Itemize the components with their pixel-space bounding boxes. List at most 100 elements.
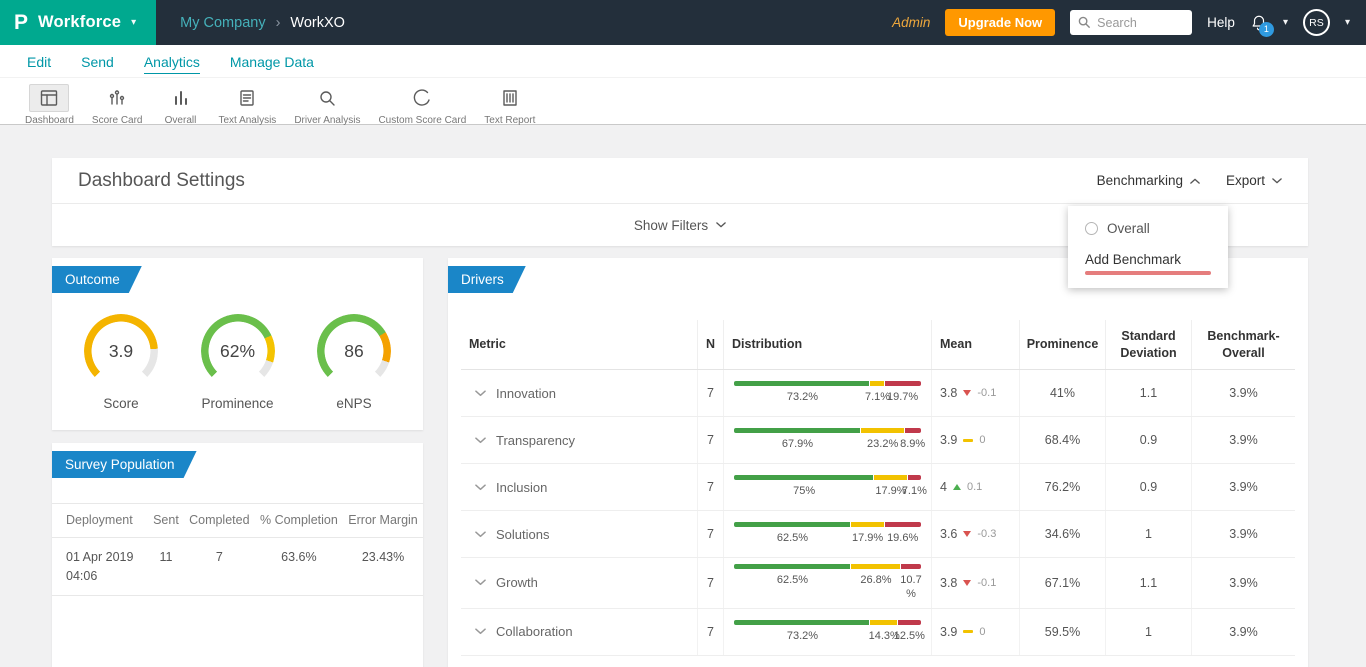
prominence-gauge: 62% Prominence xyxy=(193,314,283,411)
mean-delta: 0 xyxy=(979,434,986,446)
mean-value: 3.6 xyxy=(940,527,958,541)
driver-metric-label: Growth xyxy=(496,575,538,591)
menu-item-send[interactable]: Send xyxy=(68,49,127,74)
brand-logo-icon: P xyxy=(14,10,29,34)
benchmark-value: 3.9% xyxy=(1191,370,1295,416)
product-switcher[interactable]: P Workforce ▾ xyxy=(0,0,157,45)
gauge-value: 62% xyxy=(219,340,256,361)
chevron-down-icon[interactable] xyxy=(475,579,486,586)
standard-deviation-value: 0.9 xyxy=(1105,417,1191,463)
tool-driver-analysis[interactable]: Driver Analysis xyxy=(285,84,369,126)
tool-text-analysis[interactable]: Text Analysis xyxy=(210,84,286,126)
prominence-value: 41% xyxy=(1019,370,1105,416)
col-n: N xyxy=(697,320,723,369)
tool-text-report[interactable]: Text Report xyxy=(475,84,544,126)
menu-item-edit[interactable]: Edit xyxy=(14,49,64,74)
driver-metric-label: Innovation xyxy=(496,385,556,401)
benchmarking-dropdown-toggle[interactable]: Benchmarking xyxy=(1097,173,1200,188)
chevron-up-icon xyxy=(1190,178,1200,184)
standard-deviation-value: 0.9 xyxy=(1105,464,1191,510)
gauge-label: Prominence xyxy=(201,396,274,411)
breadcrumb-page: WorkXO xyxy=(290,14,345,31)
col-benchmark-overall: Benchmark-Overall xyxy=(1191,320,1295,369)
mean-delta: -0.3 xyxy=(977,528,997,540)
search-icon xyxy=(1078,16,1091,29)
upgrade-now-button[interactable]: Upgrade Now xyxy=(945,9,1056,36)
tool-score-card[interactable]: Score Card xyxy=(83,84,152,126)
breadcrumb-company[interactable]: My Company xyxy=(180,15,265,31)
help-link[interactable]: Help xyxy=(1207,15,1235,30)
prominence-value: 76.2% xyxy=(1019,464,1105,510)
mean-value: 3.8 xyxy=(940,386,958,400)
breadcrumb-separator: › xyxy=(275,14,281,31)
outcome-header-flag: Outcome xyxy=(52,266,142,293)
chevron-down-icon[interactable] xyxy=(475,436,486,444)
add-benchmark-link[interactable]: Add Benchmark xyxy=(1085,252,1181,267)
mean-value: 3.8 xyxy=(940,575,958,590)
tool-overall[interactable]: Overall xyxy=(152,84,210,126)
distribution-bar xyxy=(734,522,921,528)
drivers-table-header: Metric N Distribution Mean Prominence St… xyxy=(461,320,1295,370)
standard-deviation-value: 1.1 xyxy=(1105,558,1191,608)
drivers-header-flag: Drivers xyxy=(448,266,526,293)
chevron-down-icon[interactable]: ▾ xyxy=(1345,17,1350,28)
admin-label: Admin xyxy=(892,15,931,30)
chevron-down-icon[interactable] xyxy=(475,628,486,635)
col-prominence: Prominence xyxy=(1019,320,1105,369)
prominence-value: 59.5% xyxy=(1019,608,1105,655)
col-pct-completion: % Completion xyxy=(254,503,344,538)
trend-icon xyxy=(963,579,972,586)
chevron-down-icon[interactable]: ▾ xyxy=(1283,17,1288,28)
driver-metric-label: Collaboration xyxy=(496,624,573,639)
error-margin-cell: 23.43% xyxy=(343,537,423,597)
page-title: Dashboard Settings xyxy=(78,169,245,191)
chevron-down-icon[interactable] xyxy=(475,530,486,538)
driver-metric-label: Transparency xyxy=(496,432,575,448)
drivers-table: Metric N Distribution Mean Prominence St… xyxy=(461,320,1295,656)
distribution-bar xyxy=(734,619,921,625)
driver-n-value: 7 xyxy=(697,608,723,655)
driver-metric-label: Inclusion xyxy=(496,479,548,495)
prominence-value: 67.1% xyxy=(1019,558,1105,608)
distribution-labels: 62.5% 17.9% 19.6% xyxy=(776,532,919,545)
col-deployment: Deployment xyxy=(52,503,148,538)
search-box[interactable] xyxy=(1070,10,1193,35)
notifications-button[interactable]: 1 xyxy=(1250,14,1274,37)
prominence-value: 68.4% xyxy=(1019,417,1105,463)
tool-dashboard[interactable]: Dashboard xyxy=(16,84,83,126)
driver-n-value: 7 xyxy=(697,558,723,608)
score-gauge: 3.9 Score xyxy=(76,314,166,411)
gauge-label: eNPS xyxy=(336,396,372,411)
gauge-label: Score xyxy=(103,396,139,411)
pct-completion-cell: 63.6% xyxy=(254,537,344,597)
driver-row: Solutions 7 62.5% 17.9% 19.6% 3.6 -0.3 34.… xyxy=(461,511,1295,558)
search-input[interactable] xyxy=(1097,15,1184,30)
tool-custom-score-card[interactable]: Custom Score Card xyxy=(369,84,475,126)
product-name: Workforce xyxy=(38,13,122,31)
sent-cell: 11 xyxy=(148,537,184,597)
menu-item-analytics[interactable]: Analytics xyxy=(131,49,213,74)
radio-button[interactable] xyxy=(1085,222,1098,235)
benchmark-value: 3.9% xyxy=(1191,464,1295,510)
chevron-down-icon[interactable] xyxy=(475,483,486,491)
deployment-cell: 01 Apr 2019 04:06 xyxy=(52,537,148,597)
chevron-down-icon[interactable] xyxy=(475,389,486,397)
benchmarking-dropdown-panel: Overall Add Benchmark xyxy=(1068,206,1228,288)
completed-cell: 7 xyxy=(183,537,255,597)
avatar[interactable]: RS xyxy=(1302,9,1330,36)
gauge-value: 3.9 xyxy=(108,340,134,361)
overall-icon xyxy=(161,84,201,112)
col-mean: Mean xyxy=(931,320,1019,369)
col-metric: Metric xyxy=(469,337,506,352)
benchmark-option-overall[interactable]: Overall xyxy=(1085,221,1211,236)
breadcrumb: My Company › WorkXO xyxy=(180,15,345,31)
main-menu: Edit Send Analytics Manage Data xyxy=(0,45,1366,78)
mean-delta: 0 xyxy=(979,625,986,638)
trend-icon xyxy=(963,531,972,537)
survey-row: 01 Apr 2019 04:06 11 7 63.6% 23.43% xyxy=(52,537,423,597)
export-dropdown-toggle[interactable]: Export xyxy=(1226,173,1282,188)
menu-item-manage-data[interactable]: Manage Data xyxy=(217,49,327,74)
chevron-down-icon xyxy=(716,222,726,228)
chevron-down-icon: ▾ xyxy=(131,17,137,28)
gauge-value: 86 xyxy=(344,340,364,361)
